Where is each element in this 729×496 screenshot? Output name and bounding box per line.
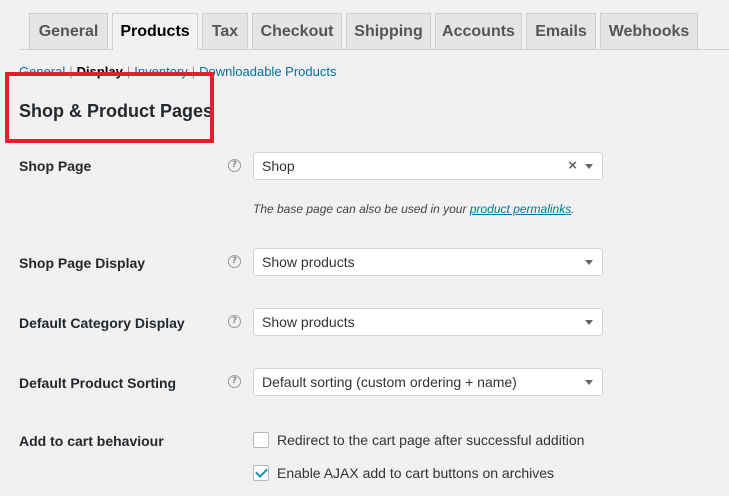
tab-checkout[interactable]: Checkout — [252, 13, 342, 49]
help-icon[interactable]: ? — [228, 315, 241, 328]
tab-general[interactable]: General — [29, 13, 108, 49]
description-suffix: . — [571, 202, 575, 216]
description-text: The base page can also be used in your — [253, 202, 470, 216]
shop-page-value: Shop — [262, 158, 295, 174]
default-product-sorting-value: Default sorting (custom ordering + name) — [262, 374, 517, 390]
section-title: Shop & Product Pages — [19, 101, 214, 121]
help-icon[interactable]: ? — [228, 255, 241, 268]
product-permalinks-link[interactable]: product permalinks — [470, 202, 571, 216]
tab-webhooks[interactable]: Webhooks — [600, 13, 698, 49]
shop-page-display-select[interactable]: Show products — [253, 248, 603, 276]
shop-page-select[interactable]: Shop × — [253, 152, 603, 180]
tab-emails[interactable]: Emails — [526, 13, 596, 49]
default-product-sorting-label: Default Product Sorting — [19, 375, 177, 391]
shop-page-display-label: Shop Page Display — [19, 255, 146, 271]
chevron-down-icon — [585, 320, 593, 325]
section-subnav: General | Display | Inventory | Downloadable P… — [19, 64, 336, 80]
redirect-to-cart-label[interactable]: Redirect to the cart page after successf… — [277, 430, 584, 450]
ajax-add-to-cart-label[interactable]: Enable AJAX add to cart buttons on archi… — [277, 463, 554, 483]
tab-shipping[interactable]: Shipping — [346, 13, 431, 49]
default-category-display-value: Show products — [262, 314, 355, 330]
default-product-sorting-select[interactable]: Default sorting (custom ordering + name) — [253, 368, 603, 396]
redirect-to-cart-checkbox[interactable] — [253, 432, 269, 448]
default-category-display-select[interactable]: Show products — [253, 308, 603, 336]
add-to-cart-behaviour-label: Add to cart behaviour — [19, 433, 164, 449]
help-icon[interactable]: ? — [228, 159, 241, 172]
subnav-separator: | — [69, 64, 73, 79]
settings-tabs: General Products Tax Checkout Shipping A… — [0, 0, 729, 50]
shop-page-label: Shop Page — [19, 158, 92, 174]
default-category-display-label: Default Category Display — [19, 315, 185, 331]
subnav-general[interactable]: General — [19, 64, 65, 79]
subnav-separator: | — [126, 64, 131, 79]
tab-products[interactable]: Products — [112, 13, 198, 50]
shop-page-display-value: Show products — [262, 254, 355, 270]
chevron-down-icon — [585, 164, 593, 169]
subnav-display: Display — [76, 64, 123, 79]
ajax-add-to-cart-checkbox[interactable] — [253, 465, 269, 481]
tab-accounts[interactable]: Accounts — [435, 13, 522, 49]
clear-icon[interactable]: × — [568, 153, 577, 179]
shop-page-description: The base page can also be used in your p… — [253, 201, 575, 217]
tab-tax[interactable]: Tax — [202, 13, 248, 49]
subnav-separator: | — [191, 64, 196, 79]
chevron-down-icon — [585, 380, 593, 385]
subnav-inventory[interactable]: Inventory — [134, 64, 187, 79]
subnav-downloadable-products[interactable]: Downloadable Products — [199, 64, 336, 79]
chevron-down-icon — [585, 260, 593, 265]
help-icon[interactable]: ? — [228, 375, 241, 388]
